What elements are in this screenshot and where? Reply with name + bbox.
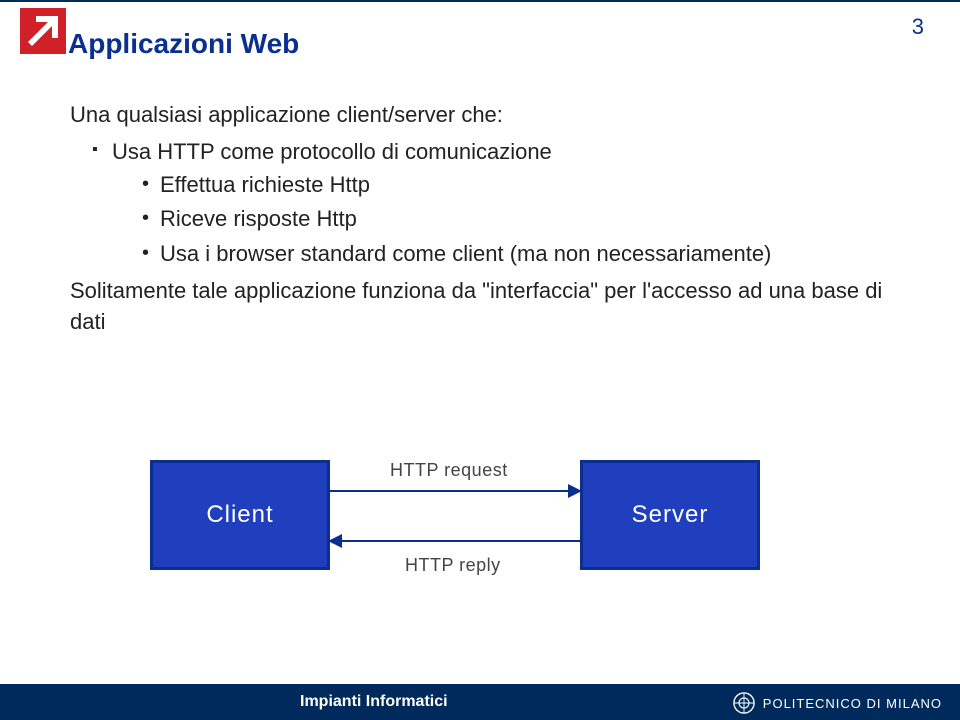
page-number: 3 — [912, 14, 924, 40]
bullet-text: Effettua richieste Http — [160, 172, 370, 197]
footer-course: Impianti Informatici — [300, 693, 448, 711]
client-label: Client — [206, 501, 273, 529]
request-label: HTTP request — [390, 460, 508, 481]
top-border — [0, 0, 960, 2]
institution-name: POLITECNICO DI MILANO — [763, 696, 942, 711]
reply-arrow — [330, 540, 580, 542]
institution-logo-icon — [733, 692, 755, 714]
bullet-level2: Riceve risposte Http — [142, 204, 900, 235]
arrow-logo-icon — [20, 8, 66, 54]
bullet-text: Riceve risposte Http — [160, 206, 357, 231]
lead-text: Una qualsiasi applicazione client/server… — [70, 100, 900, 131]
bullet-text: Usa HTTP come protocollo di comunicazion… — [112, 139, 552, 164]
server-label: Server — [632, 501, 709, 529]
slide: Applicazioni Web 3 Una qualsiasi applica… — [0, 0, 960, 720]
bullet-level2: Usa i browser standard come client (ma n… — [142, 239, 900, 270]
bullet-level1: Usa HTTP come protocollo di comunicazion… — [92, 137, 900, 270]
server-box: Server — [580, 460, 760, 570]
arrowhead-icon — [328, 534, 342, 548]
arrowhead-icon — [568, 484, 582, 498]
bullet-text: Usa i browser standard come client (ma n… — [160, 241, 771, 266]
request-arrow — [330, 490, 580, 492]
reply-label: HTTP reply — [405, 555, 501, 576]
footer-bar: Impianti Informatici POLITECNICO DI MILA… — [0, 684, 960, 720]
slide-title: Applicazioni Web — [68, 28, 299, 60]
client-server-diagram: Client Server HTTP request HTTP reply — [150, 430, 900, 600]
bullet-level2: Effettua richieste Http — [142, 170, 900, 201]
client-box: Client — [150, 460, 330, 570]
closing-text: Solitamente tale applicazione funziona d… — [70, 276, 900, 338]
slide-body: Una qualsiasi applicazione client/server… — [70, 100, 900, 338]
footer-institution: POLITECNICO DI MILANO — [733, 692, 942, 714]
